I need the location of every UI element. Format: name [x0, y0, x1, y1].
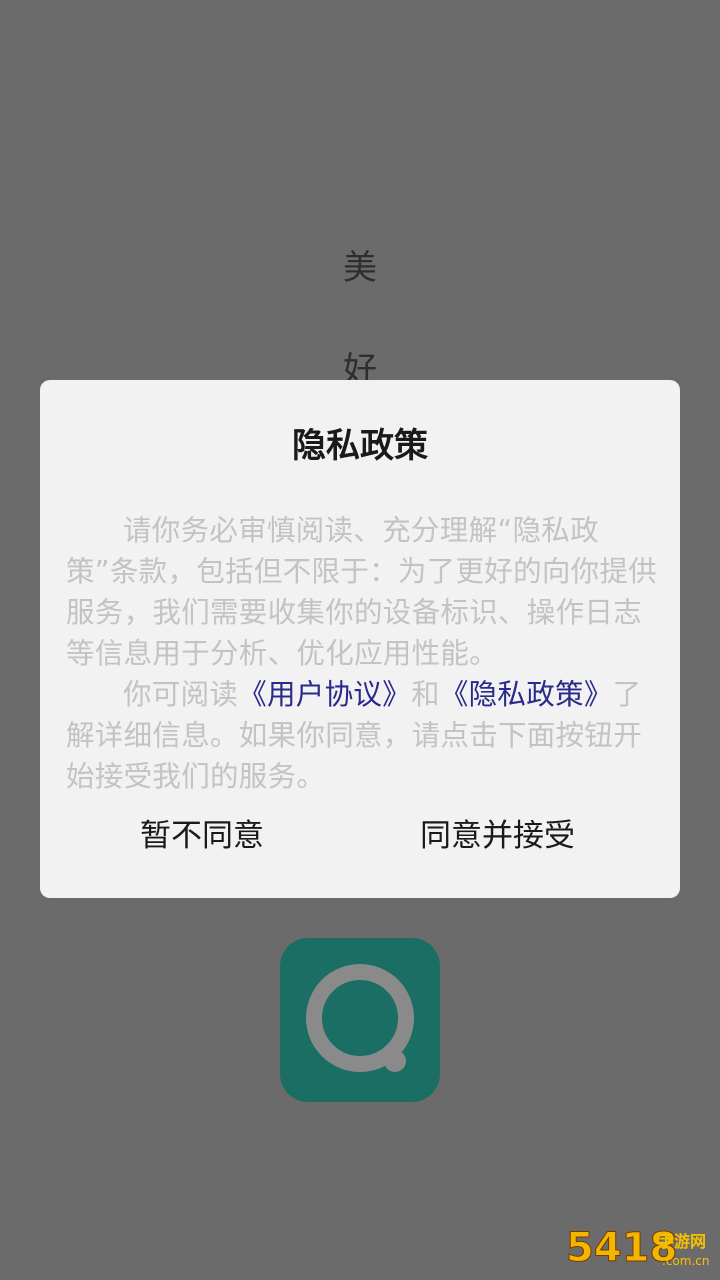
- app-logo-dot: [384, 1050, 406, 1072]
- app-logo-icon: [280, 938, 440, 1102]
- dialog-body: 请你务必审慎阅读、充分理解“隐私政策”条款，包括但不限于：为了更好的向你提供服务…: [66, 510, 666, 797]
- dialog-paragraph-2: 你可阅读《用户协议》和《隐私政策》了解详细信息。如果你同意，请点击下面按钮开始接…: [66, 674, 666, 797]
- dialog-paragraph-1: 请你务必审慎阅读、充分理解“隐私政策”条款，包括但不限于：为了更好的向你提供服务…: [66, 514, 658, 670]
- privacy-dialog: 隐私政策 请你务必审慎阅读、充分理解“隐私政策”条款，包括但不限于：为了更好的向…: [40, 380, 680, 898]
- watermark-site: 手游网: [658, 1232, 707, 1251]
- decline-button[interactable]: 暂不同意: [140, 812, 264, 860]
- dialog-title: 隐私政策: [292, 426, 428, 466]
- accept-button[interactable]: 同意并接受: [420, 812, 575, 860]
- privacy-policy-link[interactable]: 《隐私政策》: [440, 678, 613, 711]
- watermark-domain: .com.cn: [662, 1254, 710, 1268]
- paragraph-2-and: 和: [411, 678, 440, 711]
- splash-char-1: 美: [343, 248, 377, 288]
- paragraph-2-prefix: 你可阅读: [123, 678, 239, 711]
- screen: 美 好 隐私政策 请你务必审慎阅读、充分理解“隐私政策”条款，包括但不限于：为了…: [0, 0, 720, 1280]
- watermark-logo: 5418 手游网 .com.cn: [565, 1218, 720, 1280]
- user-agreement-link[interactable]: 《用户协议》: [238, 678, 411, 711]
